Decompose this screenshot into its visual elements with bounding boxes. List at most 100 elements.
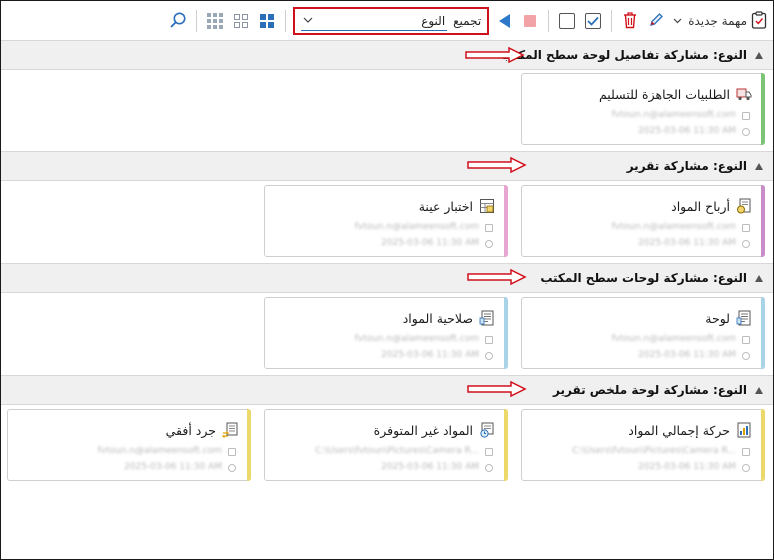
card-path: C:\Users\fvtoun\Pictures\Camera R... [315, 446, 479, 456]
email-icon [742, 112, 750, 120]
card-accent-stripe [504, 185, 508, 257]
toolbar-separator [548, 10, 550, 32]
group-by-select[interactable]: النوع [301, 11, 448, 31]
summary-exchange-icon [221, 422, 238, 438]
folder-icon [742, 448, 750, 456]
email-icon [742, 224, 750, 232]
card-title: المواد غير المتوفرة [373, 422, 473, 438]
run-button[interactable] [493, 8, 515, 34]
card-title: لوحة [705, 310, 730, 326]
view-medium-tiles-button[interactable] [230, 8, 252, 34]
card-title: أرباح المواد [671, 198, 730, 214]
toolbar-separator [285, 10, 287, 32]
trash-icon [622, 11, 638, 32]
clock-icon [742, 352, 750, 360]
card-owner: fvtoun.n@alameensoft.com [97, 446, 222, 456]
task-card[interactable]: حركة إجمالي المواد C:\Users\fvtoun\Pictu… [521, 409, 765, 481]
card-owner: fvtoun.n@alameensoft.com [611, 334, 736, 344]
edit-button[interactable] [645, 8, 667, 34]
card-date: 2025-03-06 11:30 AM [638, 238, 736, 248]
group-title: النوع: مشاركة تفاصيل لوحة سطح المكتب [500, 48, 747, 62]
group-title: النوع: مشاركة لوحات سطح المكتب [540, 271, 747, 285]
card-accent-stripe [761, 297, 765, 369]
card-owner: fvtoun.n@alameensoft.com [611, 110, 736, 120]
group-by-label: تجميع [453, 14, 482, 28]
card-date: 2025-03-06 11:30 AM [638, 126, 736, 136]
select-all-button[interactable] [582, 8, 604, 34]
card-path: C:\Users\fvtoun\Pictures\Camera R... [572, 446, 736, 456]
truck-icon [736, 86, 752, 102]
clock-icon [742, 128, 750, 136]
group-header[interactable]: النوع: مشاركة تقرير [1, 151, 773, 181]
clipboard-icon [751, 10, 767, 32]
toolbar-separator [196, 10, 198, 32]
folder-icon [485, 448, 493, 456]
task-card[interactable]: لوحة fvtoun.n@alameensoft.com 2025-03-06… [521, 297, 765, 369]
new-task-button[interactable]: مهمة جديدة [671, 8, 769, 34]
search-icon [169, 11, 187, 32]
task-card[interactable]: اختبار عينة fvtoun.n@alameensoft.com 202… [264, 185, 508, 257]
red-arrow-annotation [467, 381, 527, 397]
clock-icon [485, 240, 493, 248]
collapse-triangle-icon[interactable] [755, 386, 763, 394]
group-header[interactable]: النوع: مشاركة لوحات سطح المكتب [1, 263, 773, 293]
deselect-all-button[interactable] [556, 8, 578, 34]
email-icon [485, 224, 493, 232]
task-card[interactable]: أرباح المواد fvtoun.n@alameensoft.com 20… [521, 185, 765, 257]
card-title: حركة إجمالي المواد [628, 422, 730, 438]
delete-button[interactable] [619, 8, 641, 34]
stop-button[interactable] [519, 8, 541, 34]
card-accent-stripe [761, 185, 765, 257]
card-accent-stripe [504, 409, 508, 481]
app-window: مهمة جديدة تجميع النوع النوع: مشاركة تفا… [0, 0, 774, 560]
toolbar-separator [611, 10, 613, 32]
chevron-down-icon[interactable] [673, 16, 682, 27]
card-title: جرد أفقي [165, 422, 216, 438]
medium-tiles-icon [232, 12, 250, 30]
dashboard-doc-icon [479, 310, 495, 326]
group-header[interactable]: النوع: مشاركة لوحة ملخص تقرير [1, 375, 773, 405]
card-title: الطلبيات الجاهزة للتسليم [598, 86, 730, 102]
card-title: اختبار عينة [418, 198, 473, 214]
group-by-value: النوع [421, 13, 446, 28]
dashboard-doc-icon [736, 310, 752, 326]
task-card[interactable]: المواد غير المتوفرة C:\Users\fvtoun\Pict… [264, 409, 508, 481]
card-title: صلاحية المواد [402, 310, 473, 326]
group-title: النوع: مشاركة تقرير [626, 159, 747, 173]
view-small-tiles-button[interactable] [204, 8, 226, 34]
collapse-triangle-icon[interactable] [755, 51, 763, 59]
task-card[interactable]: صلاحية المواد fvtoun.n@alameensoft.com 2… [264, 297, 508, 369]
task-card[interactable]: الطلبيات الجاهزة للتسليم fvtoun.n@alamee… [521, 73, 765, 145]
group-by-control: تجميع النوع [293, 7, 490, 35]
new-task-label: مهمة جديدة [688, 14, 747, 28]
email-icon [485, 336, 493, 344]
card-date: 2025-03-06 11:30 AM [381, 462, 479, 472]
card-date: 2025-03-06 11:30 AM [638, 462, 736, 472]
play-icon [498, 14, 510, 28]
stop-icon [524, 15, 537, 27]
card-owner: fvtoun.n@alameensoft.com [611, 222, 736, 232]
report-coins-icon [736, 198, 752, 214]
clock-icon [228, 464, 236, 472]
card-accent-stripe [761, 73, 765, 145]
view-large-tiles-button[interactable] [256, 8, 278, 34]
group-header[interactable]: النوع: مشاركة تفاصيل لوحة سطح المكتب [1, 40, 773, 70]
summary-clock-icon [479, 422, 495, 438]
task-card[interactable]: جرد أفقي fvtoun.n@alameensoft.com 2025-0… [7, 409, 251, 481]
card-accent-stripe [504, 297, 508, 369]
checkbox-empty-icon [559, 13, 576, 29]
small-tiles-icon [206, 12, 224, 30]
collapse-triangle-icon[interactable] [755, 274, 763, 282]
chevron-down-icon [303, 15, 313, 26]
clock-icon [485, 352, 493, 360]
red-arrow-annotation [465, 47, 525, 63]
card-date: 2025-03-06 11:30 AM [124, 462, 222, 472]
collapse-triangle-icon[interactable] [755, 162, 763, 170]
clock-icon [485, 464, 493, 472]
red-arrow-annotation [467, 269, 527, 285]
checkbox-checked-icon [585, 13, 602, 29]
card-date: 2025-03-06 11:30 AM [381, 350, 479, 360]
search-button[interactable] [167, 8, 189, 34]
toolbar: مهمة جديدة تجميع النوع [1, 1, 773, 41]
pencil-icon [648, 12, 664, 31]
